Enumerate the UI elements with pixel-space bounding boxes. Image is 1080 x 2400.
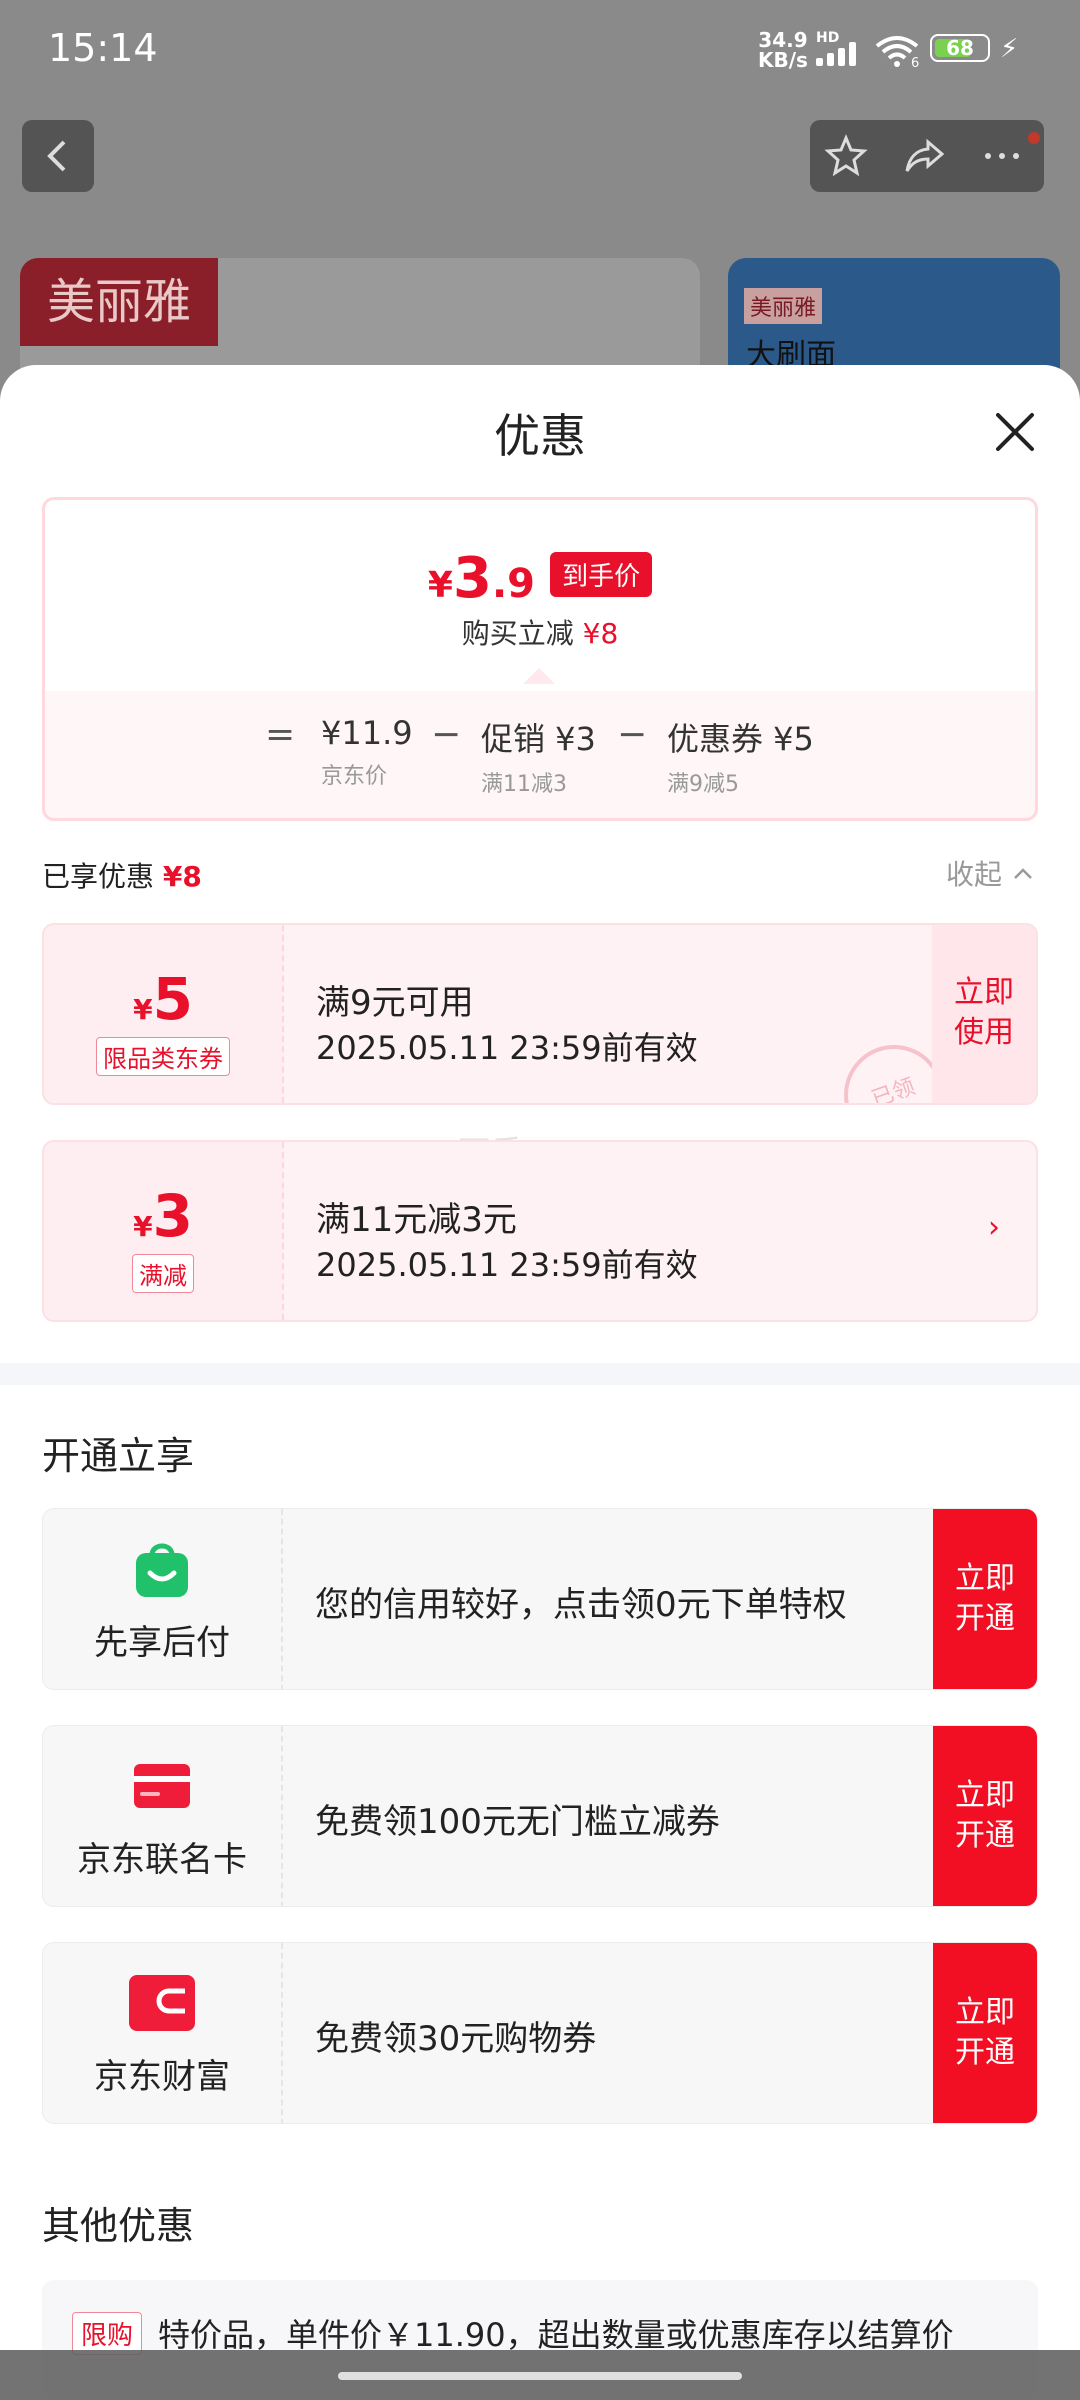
close-icon[interactable] (990, 407, 1040, 457)
card-icon (134, 1764, 190, 1808)
open-item-brand: 先享后付 (43, 1509, 283, 1689)
coupon-amount-area: ¥3 满减 (44, 1142, 284, 1320)
jd-price-item: ¥11.9 京东价 (321, 714, 413, 790)
activate-button[interactable]: 立即 开通 (933, 1726, 1037, 1906)
enjoyed-label: 已享优惠 (42, 860, 155, 893)
coupon-amount: ¥5 (44, 965, 282, 1033)
gesture-bar (0, 2350, 1080, 2400)
reduce-value: ¥8 (582, 617, 619, 650)
chevron-left-icon (47, 140, 66, 172)
star-icon[interactable] (824, 134, 868, 178)
open-item-name: 先享后付 (94, 1623, 230, 1663)
coupon-validity: 2025.05.11 23:59前有效 (316, 1029, 698, 1067)
minus-sign: − (431, 714, 462, 755)
coupon-amount-value: 5 (152, 965, 193, 1033)
chevron-right-icon: › (988, 1210, 1000, 1245)
status-time: 15:14 (48, 26, 158, 70)
battery-icon: 68 (930, 34, 990, 62)
network-speed-value: 34.9 (758, 28, 808, 52)
open-item-desc: 免费领100元无门槛立减券 (315, 1802, 720, 1842)
open-item-name: 京东财富 (94, 2057, 230, 2097)
coupon-item: 优惠券 ¥5 满9减5 (667, 714, 814, 798)
pointer-triangle (523, 668, 555, 684)
enjoyed-discount: 已享优惠 ¥8 (42, 855, 202, 895)
top-actions (810, 120, 1044, 192)
network-speed: 34.9 KB/s (758, 30, 808, 70)
enjoyed-value: ¥8 (162, 860, 202, 893)
open-item-card[interactable]: 京东财富 免费领30元购物券 立即 开通 (42, 1942, 1038, 2124)
chevron-up-icon (1014, 868, 1032, 879)
coupon-condition: 满9元可用 (316, 983, 474, 1023)
coupon-amount: ¥3 (44, 1182, 282, 1250)
coupon-currency: ¥ (133, 1210, 153, 1243)
final-price: ¥3.9 到手价 (45, 546, 1035, 611)
wifi-label: 6 (911, 56, 919, 68)
coupon-card[interactable]: ¥3 满减 满11元减3元 2025.05.11 23:59前有效 › (42, 1140, 1038, 1322)
coupon-tag: 限品类东券 (44, 1037, 282, 1076)
coupon-card[interactable]: ¥5 限品类东券 满9元可用 2025.05.11 23:59前有效 已领 立即… (42, 923, 1038, 1105)
open-item-desc: 您的信用较好，点击领0元下单特权 (315, 1585, 847, 1625)
bg-brand-logo: 美丽雅 (20, 258, 218, 346)
final-price-dec: .9 (491, 561, 535, 607)
collapse-label: 收起 (946, 858, 1003, 891)
hand-price-tag: 到手价 (550, 552, 653, 597)
charging-icon: ⚡ (1000, 34, 1019, 64)
jd-price-value: ¥11.9 (321, 714, 413, 752)
coupon-value: 优惠券 ¥5 (667, 720, 814, 758)
notification-dot (1028, 132, 1040, 144)
open-section-title: 开通立享 (42, 1434, 195, 1478)
open-item-brand: 京东财富 (43, 1943, 283, 2123)
activate-button[interactable]: 立即 开通 (933, 1509, 1037, 1689)
more-icon[interactable] (980, 134, 1024, 178)
coupon-condition: 满11元减3元 (316, 1200, 517, 1240)
coupon-tag-label: 限品类东券 (96, 1037, 230, 1076)
bg-brand-logo-small: 美丽雅 (744, 288, 823, 324)
wifi-icon: 6 (875, 36, 919, 68)
open-item-name: 京东联名卡 (77, 1840, 247, 1880)
coupon-amount-area: ¥5 限品类东券 (44, 925, 284, 1103)
other-section-title: 其他优惠 (42, 2204, 195, 2248)
price-summary: ¥3.9 到手价 购买立减 ¥8 = ¥11.9 京东价 − 促销 ¥3 满11… (42, 497, 1038, 821)
coupon-amount-value: 3 (152, 1182, 193, 1250)
jd-price-label: 京东价 (321, 764, 388, 789)
open-item-brand: 京东联名卡 (43, 1726, 283, 1906)
promo-rule: 满11减3 (481, 772, 567, 797)
home-indicator[interactable] (338, 2372, 742, 2380)
final-price-int: 3 (452, 546, 492, 611)
signal-icon (816, 42, 862, 66)
equal-sign: = (265, 714, 296, 755)
open-item-desc: 免费领30元购物券 (315, 2019, 597, 2059)
battery-level: 68 (946, 36, 974, 60)
use-now-button[interactable]: 立即 使用 (932, 925, 1036, 1103)
bag-icon (136, 1543, 188, 1597)
reduce-line: 购买立减 ¥8 (45, 612, 1035, 652)
sheet-title: 优惠 (494, 409, 586, 463)
network-speed-unit: KB/s (758, 48, 808, 72)
coupon-rule: 满9减5 (667, 772, 739, 797)
coupon-tag-label: 满减 (132, 1254, 194, 1293)
discount-sheet: 优惠 ¥3.9 到手价 购买立减 ¥8 = ¥11.9 京东价 − 促销 ¥3 … (0, 365, 1080, 2400)
back-button[interactable] (22, 120, 94, 192)
open-item-card[interactable]: 京东联名卡 免费领100元无门槛立减券 立即 开通 (42, 1725, 1038, 1907)
promo-item: 促销 ¥3 满11减3 (481, 714, 596, 798)
open-item-card[interactable]: 先享后付 您的信用较好，点击领0元下单特权 立即 开通 (42, 1508, 1038, 1690)
coupon-currency: ¥ (133, 993, 153, 1026)
collapse-button[interactable]: 收起 (946, 853, 1035, 893)
final-price-currency: ¥ (427, 565, 453, 606)
limit-tag: 限购 (72, 2312, 143, 2355)
minus-sign: − (617, 714, 648, 755)
reduce-label: 购买立减 (461, 617, 574, 650)
wallet-icon (129, 1975, 195, 2031)
coupon-validity: 2025.05.11 23:59前有效 (316, 1246, 698, 1284)
section-divider (0, 1363, 1080, 1385)
promo-value: 促销 ¥3 (481, 720, 596, 758)
share-icon[interactable] (902, 134, 946, 178)
status-bar: 15:14 34.9 KB/s HD 6 68 ⚡ (0, 0, 1080, 100)
activate-button[interactable]: 立即 开通 (933, 1943, 1037, 2123)
coupon-tag: 满减 (44, 1254, 282, 1293)
